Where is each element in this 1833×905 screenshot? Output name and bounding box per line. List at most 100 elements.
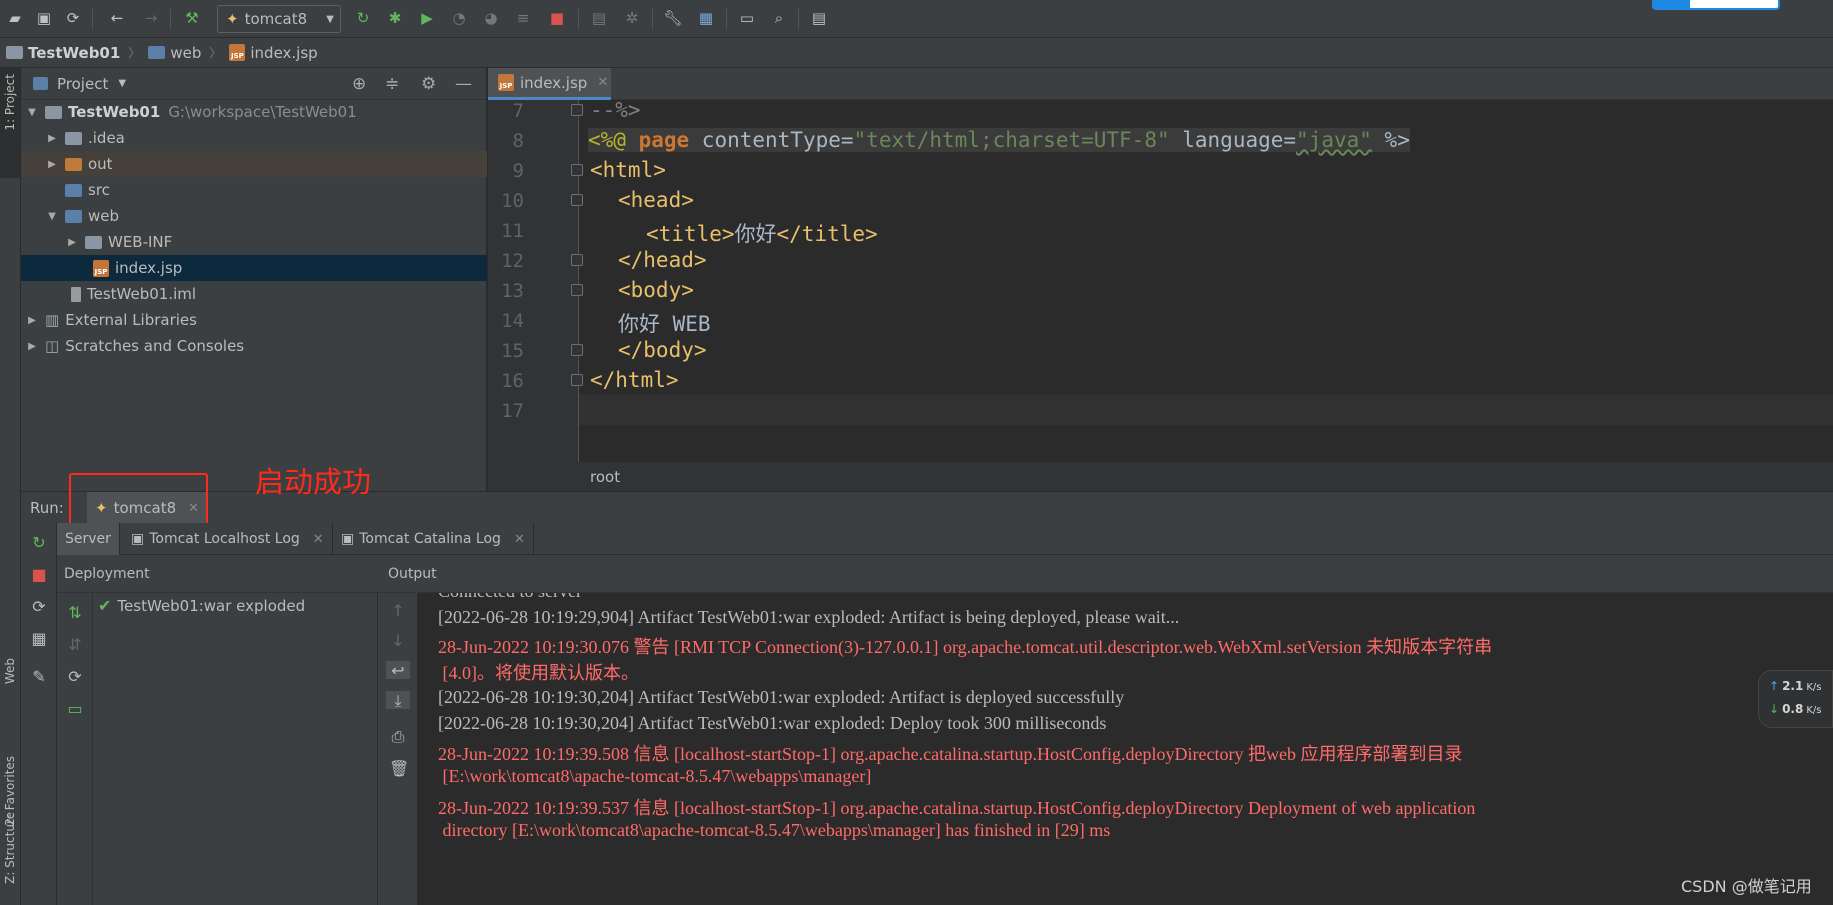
terminal-icon[interactable]: ▭ bbox=[736, 7, 758, 29]
search-icon[interactable]: ⌕ bbox=[768, 7, 790, 29]
rerun-icon[interactable]: ↻ bbox=[30, 533, 48, 552]
project-view-title[interactable]: Project bbox=[57, 75, 108, 93]
tree-item-src[interactable]: src bbox=[21, 177, 487, 203]
run-config-label: tomcat8 bbox=[244, 10, 308, 28]
tag-close: </title> bbox=[776, 222, 878, 246]
trash-icon[interactable]: 🗑︎ bbox=[389, 759, 409, 778]
project-structure-icon[interactable]: ▦ bbox=[695, 7, 717, 29]
breadcrumb-file[interactable]: JSP index.jsp bbox=[229, 44, 318, 62]
profile-icon[interactable]: ◔ bbox=[448, 7, 470, 29]
excluded-folder-icon bbox=[65, 157, 82, 171]
breadcrumb-project[interactable]: TestWeb01 bbox=[6, 44, 120, 62]
tree-item-scratches[interactable]: ▶ ◫ Scratches and Consoles bbox=[21, 333, 487, 359]
project-tool-window: Project ▼ ⊕ ≑ ⚙ — ▼ TestWeb01 G:\workspa… bbox=[21, 68, 487, 491]
tree-item-web[interactable]: ▼ web bbox=[21, 203, 487, 229]
build-icon[interactable]: ⚒ bbox=[181, 7, 203, 29]
log-icon: ▣ bbox=[341, 531, 355, 547]
vcs-icon[interactable]: ✲ bbox=[621, 7, 643, 29]
web-stripe-label[interactable]: Web bbox=[3, 658, 17, 684]
up-arrow-icon[interactable]: ↑ bbox=[389, 601, 407, 620]
breadcrumb-folder[interactable]: web bbox=[148, 44, 201, 62]
chevron-down-icon[interactable]: ▼ bbox=[118, 78, 126, 89]
project-stripe-label[interactable]: 1: Project bbox=[3, 74, 17, 131]
fold-marker-icon[interactable] bbox=[571, 284, 583, 296]
iml-file-icon bbox=[71, 286, 81, 302]
tab-index-jsp[interactable]: JSP index.jsp ✕ bbox=[488, 68, 611, 100]
deployment-item[interactable]: ✔ TestWeb01:war exploded bbox=[98, 596, 305, 615]
scroll-to-end-icon[interactable]: ⤓ bbox=[386, 691, 410, 710]
tab-catalina-log[interactable]: ▣ Tomcat Catalina Log ✕ bbox=[333, 523, 534, 555]
code-line-11: <title>你好</title> bbox=[646, 218, 878, 248]
stop-icon[interactable]: ■ bbox=[30, 565, 48, 584]
deploy-all-icon[interactable]: ⇅ bbox=[66, 603, 84, 622]
soft-wrap-icon[interactable]: ↩ bbox=[386, 661, 410, 680]
collapse-all-icon[interactable]: ≑ bbox=[385, 74, 399, 94]
fold-marker-icon[interactable] bbox=[571, 254, 583, 266]
jsp-file-icon: JSP bbox=[229, 44, 246, 61]
code-editor[interactable]: 7 8 9 10 11 12 13 14 15 16 17 --%> <%@ p… bbox=[488, 98, 1833, 462]
chevron-down-icon: ▼ bbox=[326, 13, 334, 25]
tree-item-label: Scratches and Consoles bbox=[65, 337, 245, 355]
tree-item-path: G:\workspace\TestWeb01 bbox=[168, 103, 357, 121]
open-icon[interactable]: ▰ bbox=[4, 7, 26, 29]
fold-marker-icon[interactable] bbox=[571, 104, 583, 116]
tree-item-index-jsp[interactable]: JSP index.jsp bbox=[21, 255, 487, 281]
line-number: 7 bbox=[512, 100, 524, 122]
sync-icon[interactable]: ⟳ bbox=[62, 7, 84, 29]
deploy-icon[interactable]: ▭ bbox=[66, 699, 84, 718]
gear-icon[interactable]: ⚙ bbox=[421, 74, 436, 94]
back-icon[interactable]: ← bbox=[106, 7, 128, 29]
tree-item-out[interactable]: ▶ out bbox=[21, 151, 487, 177]
jsp-file-icon: JSP bbox=[93, 259, 109, 277]
settings-icon[interactable]: 🔧︎ bbox=[662, 7, 684, 29]
close-icon[interactable]: ✕ bbox=[514, 532, 525, 547]
refresh-icon[interactable]: ⟳ bbox=[66, 667, 84, 686]
stop-icon[interactable]: ■ bbox=[546, 7, 568, 29]
fold-marker-icon[interactable] bbox=[571, 344, 583, 356]
attr-value: "java" bbox=[1296, 128, 1372, 152]
sdk-icon[interactable]: ▤ bbox=[588, 7, 610, 29]
tree-item-iml[interactable]: TestWeb01.iml bbox=[21, 281, 487, 307]
console-line: [E:\work\tomcat8\apache-tomcat-8.5.47\we… bbox=[438, 766, 872, 786]
layout-icon[interactable]: ▦ bbox=[30, 629, 48, 648]
locate-icon[interactable]: ⊕ bbox=[352, 74, 366, 94]
tab-label: Tomcat Localhost Log bbox=[149, 531, 300, 547]
close-icon[interactable]: ✕ bbox=[597, 75, 608, 90]
console-output[interactable]: Connected to server [2022-06-28 10:19:29… bbox=[418, 593, 1833, 905]
close-icon[interactable]: ✕ bbox=[313, 532, 324, 547]
tree-item-idea[interactable]: ▶ .idea bbox=[21, 125, 487, 151]
tab-localhost-log[interactable]: ▣ Tomcat Localhost Log ✕ bbox=[123, 523, 333, 555]
run-configuration-select[interactable]: ✦ tomcat8 ▼ bbox=[217, 5, 341, 33]
tree-item-external-libraries[interactable]: ▶ ▥ External Libraries bbox=[21, 307, 487, 333]
structure-icon[interactable]: ▤ bbox=[808, 7, 830, 29]
attach-icon[interactable]: ◕ bbox=[480, 7, 502, 29]
rerun-icon[interactable]: ↻ bbox=[352, 7, 374, 29]
save-icon[interactable]: ▣ bbox=[33, 7, 55, 29]
tree-item-web-inf[interactable]: ▶ WEB-INF bbox=[21, 229, 487, 255]
fold-marker-icon[interactable] bbox=[571, 374, 583, 386]
jsp-directive-open: <%@ bbox=[588, 128, 639, 152]
pin-icon[interactable]: ✎ bbox=[30, 667, 48, 686]
tab-server[interactable]: Server bbox=[57, 523, 120, 555]
chevron-right-icon: 〉 bbox=[128, 46, 141, 60]
console-line: 28-Jun-2022 10:19:39.537 信息 [localhost-s… bbox=[438, 798, 1476, 818]
editor-path-root[interactable]: root bbox=[590, 468, 620, 486]
line-number: 15 bbox=[501, 340, 524, 362]
run-coverage-icon[interactable]: ▶ bbox=[416, 7, 438, 29]
hide-icon[interactable]: — bbox=[455, 74, 472, 94]
line-number: 9 bbox=[512, 160, 524, 182]
console-line: [2022-06-28 10:19:30,204] Artifact TestW… bbox=[438, 713, 1107, 733]
fold-marker-icon[interactable] bbox=[571, 164, 583, 176]
forward-icon[interactable]: → bbox=[140, 7, 162, 29]
down-arrow-icon[interactable]: ↓ bbox=[389, 631, 407, 650]
fold-marker-icon[interactable] bbox=[571, 194, 583, 206]
step-icon[interactable]: ≡ bbox=[512, 7, 534, 29]
debug-icon[interactable]: ✱ bbox=[384, 7, 406, 29]
structure-stripe-label[interactable]: Z: Structure bbox=[3, 812, 17, 884]
expanded-arrow-icon: ▼ bbox=[48, 210, 56, 222]
undeploy-icon[interactable]: ⇵ bbox=[66, 635, 84, 654]
console-line: 28-Jun-2022 10:19:39.508 信息 [localhost-s… bbox=[438, 744, 1463, 764]
tree-item-project-root[interactable]: ▼ TestWeb01 G:\workspace\TestWeb01 bbox=[21, 99, 487, 125]
print-icon[interactable]: ⎙ bbox=[389, 727, 407, 746]
update-icon[interactable]: ⟳ bbox=[30, 597, 48, 616]
